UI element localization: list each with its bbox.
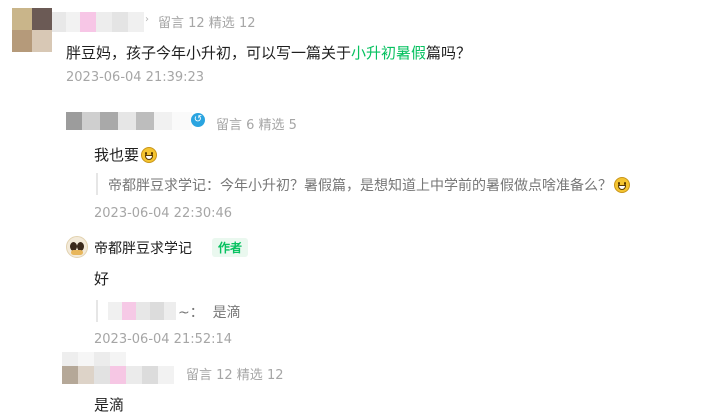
quote-divider — [96, 300, 98, 322]
quote-text: 帝都胖豆求学记：今年小升初？暑假篇，是想知道上中学前的暑假做点啥准备么？ — [108, 175, 630, 195]
comment-stats: 留言 12 精选 12 — [158, 16, 256, 31]
author-name[interactable]: 帝都胖豆求学记 — [94, 238, 192, 258]
grin-emoji-icon — [614, 177, 630, 193]
comment-stats: 留言 12 精选 12 — [186, 368, 284, 383]
reply-avatar-username[interactable] — [66, 112, 192, 130]
comment-text: 胖豆妈，孩子今年小升初，可以写一篇关于小升初暑假篇吗？ — [66, 44, 472, 62]
comment-timestamp: 2023-06-04 21:39:23 — [66, 70, 205, 85]
author-reply-text: 好 — [94, 270, 110, 288]
username[interactable] — [52, 12, 144, 32]
avatar-username[interactable] — [62, 352, 174, 384]
verified-icon: ↺ — [191, 113, 205, 127]
reply-stats: 留言 6 精选 5 — [216, 118, 297, 133]
quoted-username — [108, 302, 176, 320]
reply-text: 我也要 — [94, 144, 158, 165]
author-avatar[interactable] — [66, 236, 88, 258]
comment-text: 是滴 — [94, 396, 125, 414]
author-badge: 作者 — [212, 238, 249, 257]
grin-emoji-icon — [141, 147, 158, 163]
author-reply-timestamp: 2023-06-04 21:52:14 — [94, 332, 233, 347]
chevron-icon: › — [145, 14, 149, 25]
reply-timestamp: 2023-06-04 22:30:46 — [94, 206, 233, 221]
highlight-keyword[interactable]: 小升初暑假 — [351, 44, 426, 62]
quote-divider — [96, 173, 98, 195]
avatar[interactable] — [12, 8, 52, 52]
quote-text: ~： 是滴 — [178, 305, 241, 321]
